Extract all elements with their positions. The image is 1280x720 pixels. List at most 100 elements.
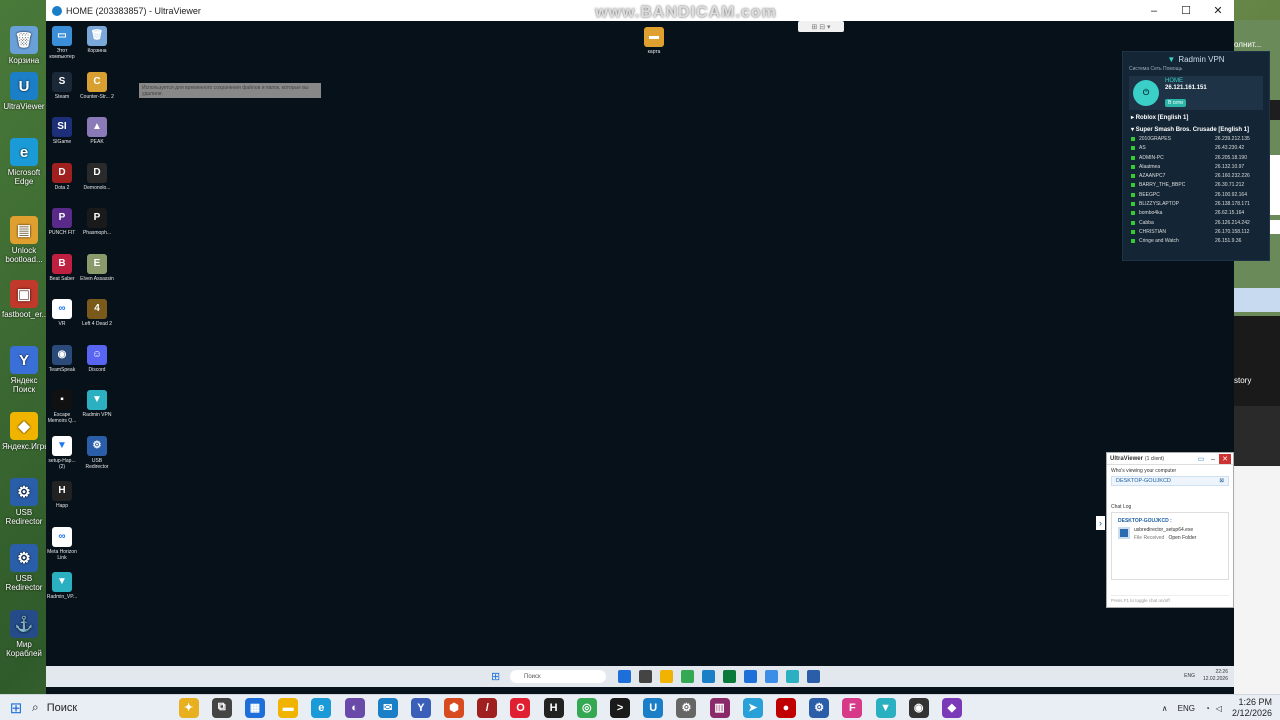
opera-icon[interactable]: O — [510, 697, 531, 718]
maximize-button[interactable]: ☐ — [1170, 0, 1202, 21]
remote-desktop-icon[interactable]: E Elven Assassin — [80, 253, 114, 282]
remote-desktop-icon[interactable]: 4 Left 4 Dead 2 — [80, 299, 114, 327]
remote-taskbar-app-icon[interactable] — [744, 670, 757, 683]
peer-row[interactable]: bombo4ka 26.62.15.164 — [1123, 209, 1269, 218]
remote-taskbar-app-icon[interactable] — [702, 670, 715, 683]
remote-desktop-icon[interactable]: ▼ setup-Hap... (2) — [45, 435, 79, 470]
remote-toolbar[interactable]: ⊞ ⊟ ▾ — [798, 21, 844, 32]
remote-desktop-icon[interactable]: S Steam — [45, 71, 79, 100]
record-icon[interactable]: ● — [775, 697, 796, 718]
close-chat-button[interactable]: ✕ — [1219, 454, 1231, 464]
remote-desktop-icon[interactable]: ☺ Discord — [80, 344, 114, 373]
peer-row[interactable]: ADMIN-PC 26.205.18.190 — [1123, 154, 1269, 163]
usb-redirector-icon[interactable]: ⚙ — [809, 697, 830, 718]
tray-chevron-icon[interactable]: ∧ — [1162, 704, 1168, 713]
terminal-icon[interactable]: > — [610, 697, 631, 718]
settings-icon[interactable]: ⚙ — [676, 697, 697, 718]
remote-desktop-icon[interactable]: B Beat Saber — [45, 253, 79, 282]
remote-taskbar-app-icon[interactable] — [765, 670, 778, 683]
remote-taskbar-app-icon[interactable] — [786, 670, 799, 683]
minimize-chat-button[interactable]: – — [1207, 454, 1219, 464]
network-smash[interactable]: ▾ Super Smash Bros. Crusade [English 1] — [1123, 123, 1269, 135]
copilot-icon[interactable]: ✦ — [178, 697, 199, 718]
peer-row[interactable]: CHRISTIAN 26.170.158.112 — [1123, 228, 1269, 237]
disconnect-client-icon[interactable]: ⊠ — [1219, 478, 1224, 484]
taskbar-clock[interactable]: 1:26 PM 2/12/2026 — [1232, 697, 1272, 719]
remote-desktop-icon[interactable]: ⚙ USB Redirector — [80, 435, 114, 470]
remote-desktop-icon[interactable]: H Happ — [45, 481, 79, 509]
remote-clock[interactable]: 22:26 12.02.2026 — [1203, 669, 1228, 683]
task-view-icon[interactable]: ⧉ — [211, 697, 232, 718]
file-explorer-icon[interactable]: ▬ — [278, 697, 299, 718]
peer-row[interactable]: Cringe and Watch 26.151.9.36 — [1123, 237, 1269, 246]
chat-toggle-arrow-icon[interactable]: › — [1096, 516, 1105, 530]
peer-row[interactable]: BEEGPC 26.100.92.164 — [1123, 191, 1269, 200]
local-desktop-icon[interactable]: 🗑 Корзина — [2, 26, 46, 65]
peer-row[interactable]: 2010GRAPES 26.239.212.135 — [1123, 135, 1269, 144]
local-desktop-icon[interactable]: ⚙ USB Redirector — [2, 478, 46, 526]
local-desktop-icon[interactable]: ⚓ Мир Кораблей — [2, 610, 46, 658]
remote-taskbar-app-icon[interactable] — [639, 670, 652, 683]
remote-desktop-icon[interactable]: ▲ PEAK — [80, 117, 114, 145]
gamepad-icon[interactable]: ◐ — [344, 697, 365, 718]
close-button[interactable]: ✕ — [1202, 0, 1234, 21]
radmin-menu[interactable]: Система Сеть Помощь — [1123, 66, 1269, 75]
remote-desktop-icon[interactable]: ◉ TeamSpeak — [45, 344, 79, 373]
remote-desktop-icon[interactable]: SI SIGame — [45, 117, 79, 145]
peer-row[interactable]: AS 26.43.230.42 — [1123, 144, 1269, 153]
power-icon[interactable]: ⏻ — [1133, 80, 1159, 106]
radmin-icon[interactable]: ▼ — [875, 697, 896, 718]
remote-desktop-icon[interactable]: 🗑 Корзина — [80, 26, 114, 54]
winrar-icon[interactable]: ▥ — [709, 697, 730, 718]
local-desktop-icon[interactable]: ▣ fastboot_er... — [2, 280, 48, 319]
peer-row[interactable]: AZAANPC7 26.160.232.226 — [1123, 172, 1269, 181]
obs-icon[interactable]: ◉ — [908, 697, 929, 718]
happ-icon[interactable]: H — [543, 697, 564, 718]
minimize-button[interactable]: – — [1138, 0, 1170, 21]
remote-desktop-icon[interactable]: ▪ Escape Memoirs Q... — [45, 390, 79, 424]
screen-icon[interactable]: ▭ — [1195, 454, 1207, 464]
fok-icon[interactable]: F — [842, 697, 863, 718]
taskbar-search[interactable]: ⌕ Поиск — [32, 695, 172, 720]
mail-icon[interactable]: ✉ — [377, 697, 398, 718]
local-desktop-icon[interactable]: e Microsoft Edge — [2, 138, 46, 186]
remote-desktop-icon[interactable]: P PUNCH FIT — [45, 208, 79, 236]
remote-lang[interactable]: ENG — [1184, 673, 1195, 679]
network-icon[interactable]: ◔ — [1205, 704, 1210, 713]
telegram-icon[interactable]: ➤ — [742, 697, 763, 718]
remote-taskbar-app-icon[interactable] — [681, 670, 694, 683]
local-desktop-icon[interactable]: ⚙ USB Redirector — [2, 544, 46, 592]
local-desktop-icon[interactable]: ▤ Unlock bootload... — [2, 216, 46, 264]
remote-desktop-icon[interactable]: ▭ Этот компьютер — [45, 26, 79, 60]
remote-taskbar-app-icon[interactable] — [660, 670, 673, 683]
remote-desktop[interactable]: ▭ Этот компьютер S Steam SI SIGame D Dota 2 P PUN… — [45, 21, 1270, 694]
local-desktop-icon[interactable]: Y Яндекс Поиск — [2, 346, 46, 394]
remote-desktop-icon[interactable]: ∞ VR — [45, 299, 79, 327]
peer-row[interactable]: Alaatmea 26.132.10.97 — [1123, 163, 1269, 172]
local-desktop-icon[interactable]: U UltraViewer — [2, 72, 46, 111]
desktop-icon-karta[interactable]: ▬ карта — [637, 27, 671, 55]
remote-desktop-icon[interactable]: D Dota 2 — [45, 162, 79, 191]
remote-search-box[interactable]: Поиск — [510, 670, 606, 683]
remote-start-icon[interactable]: ⊞ — [491, 670, 500, 683]
remote-desktop-icon[interactable]: ∞ Meta Horizon Link — [45, 526, 79, 561]
peer-row[interactable]: BARRY_THE_BBPC 26.30.71.212 — [1123, 181, 1269, 190]
edge-icon[interactable]: e — [311, 697, 332, 718]
yandex-icon[interactable]: Y — [410, 697, 431, 718]
mir-tanks-icon[interactable]: / — [477, 697, 498, 718]
remote-desktop-icon[interactable]: D Demonolo... — [80, 162, 114, 191]
radmin-home-card[interactable]: ⏻ HOME 26.121.161.151 В сети — [1129, 76, 1263, 110]
language-indicator[interactable]: ENG — [1178, 704, 1195, 713]
chrome-icon[interactable]: ◎ — [576, 697, 597, 718]
shield-icon[interactable]: ⬢ — [444, 697, 465, 718]
volume-icon[interactable]: ◁ — [1216, 704, 1222, 713]
open-folder-link[interactable]: Open Folder — [1168, 535, 1196, 541]
remote-desktop-icon[interactable]: C Counter-Str... 2 — [80, 71, 114, 100]
network-roblox[interactable]: ▸ Roblox [English 1] — [1123, 111, 1269, 123]
peer-row[interactable]: Cabba 26.126.214.242 — [1123, 219, 1269, 228]
remote-desktop-icon[interactable]: ▼ Radmin VPN — [80, 390, 114, 418]
chat-input[interactable]: Press F1 to toggle chat on/off — [1111, 595, 1229, 604]
store-icon[interactable]: ▦ — [244, 697, 265, 718]
client-row[interactable]: DESKTOP-GOUJKCD ⊠ — [1111, 476, 1229, 486]
remote-desktop-icon[interactable]: ▼ Radmin_VP... — [45, 572, 79, 600]
